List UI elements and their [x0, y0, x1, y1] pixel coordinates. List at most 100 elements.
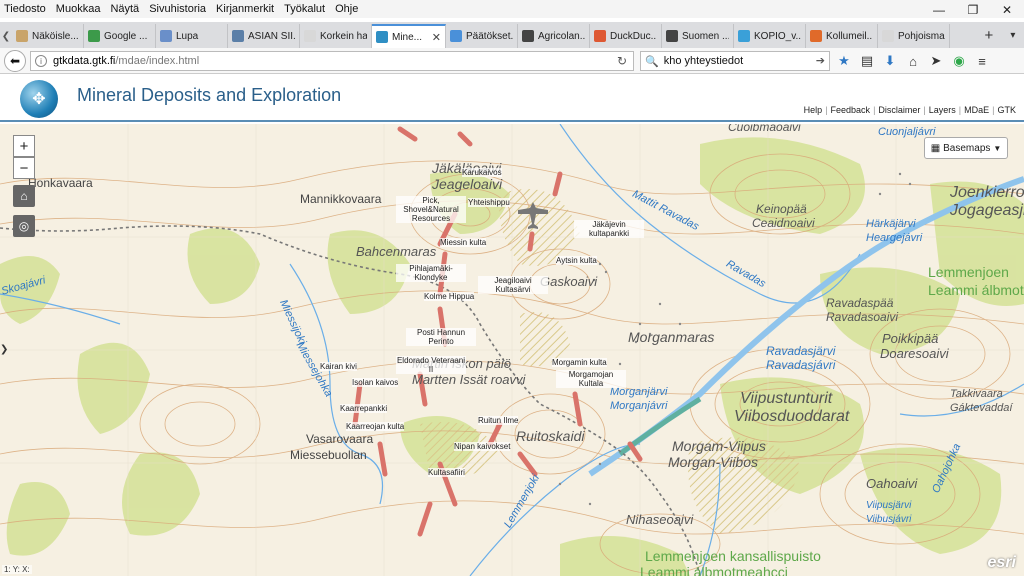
deposit-label[interactable]: Ruitun Ilme [478, 416, 519, 425]
deposit-label[interactable]: Eldorado Veteraani II [396, 356, 466, 374]
tab-4[interactable]: Korkein hallin... [300, 24, 372, 48]
search-bar[interactable]: 🔍 kho yhteystiedot ➔ [640, 51, 830, 71]
place-name-label: Jeageloaivi [432, 176, 503, 192]
deposit-label[interactable]: Aytsin kulta [556, 256, 597, 265]
navigation-bar: ⬅ i gtkdata.gtk.fi /mdae/index.html ↻ 🔍 … [0, 48, 1024, 74]
tab-close-icon[interactable]: ✕ [432, 31, 441, 44]
deposit-label[interactable]: Yhteishippu [468, 198, 510, 207]
search-input[interactable]: kho yhteystiedot [664, 55, 744, 67]
tab-5[interactable]: Mine... ✕ [372, 24, 446, 48]
place-name-label: Gaskoaivi [540, 274, 598, 289]
tab-favicon-icon [232, 30, 244, 42]
hamburger-menu-icon[interactable]: ≡ [972, 51, 992, 71]
deposit-label[interactable]: Jeagiloaivi Kultasärvi [478, 276, 548, 294]
tab-10[interactable]: KOPIO_v... [734, 24, 806, 48]
reload-icon[interactable]: ↻ [617, 54, 627, 68]
downloads-icon[interactable]: ⬇ [880, 51, 900, 71]
restore-icon[interactable]: ❐ [956, 0, 990, 20]
deposit-label[interactable]: Kultasafiiri [428, 468, 465, 477]
place-name-label: Bahcenmaras [356, 244, 437, 259]
tab-2[interactable]: Lupa [156, 24, 228, 48]
menu-tools[interactable]: Työkalut [279, 3, 330, 15]
zoom-in-button[interactable]: + [13, 135, 35, 157]
header-links: Help | Feedback | Disclaimer | Layers | MDaE… [802, 105, 1018, 115]
tab-favicon-icon [304, 30, 316, 42]
tab-1[interactable]: Google ... [84, 24, 156, 48]
home-icon[interactable]: ⌂ [903, 51, 923, 71]
app-header: ✥ Mineral Deposits and Exploration Help |… [0, 74, 1024, 122]
deposit-label[interactable]: Jäkäjevin kultapankki [574, 220, 644, 238]
menu-edit[interactable]: Muokkaa [51, 3, 106, 15]
extension-icon[interactable]: ◉ [949, 51, 969, 71]
tab-title: ASIAN SII... [248, 30, 295, 42]
new-tab-icon[interactable]: + [985, 27, 994, 44]
locate-icon[interactable]: ◎ [13, 215, 35, 237]
tab-favicon-icon [522, 30, 534, 42]
deposit-label[interactable]: Karukaivos [462, 168, 502, 177]
search-go-arrow-icon[interactable]: ➔ [816, 54, 825, 67]
tab-6[interactable]: Päätökset... [446, 24, 518, 48]
send-icon[interactable]: ➤ [926, 51, 946, 71]
menu-bar: Tiedosto Muokkaa Näytä Sivuhistoria Kirj… [0, 0, 1024, 18]
window-close-icon[interactable]: ✕ [990, 0, 1024, 20]
tab-scroll-left-icon[interactable]: ❮ [0, 24, 12, 48]
minimize-icon[interactable]: — [922, 0, 956, 20]
deposit-label[interactable]: Kolme Hippua [424, 292, 475, 301]
layers-link[interactable]: Layers [927, 105, 958, 115]
tab-0[interactable]: Näköisle... [12, 24, 84, 48]
place-name-label: Martten Issät roavvi [412, 372, 526, 387]
place-name-label: Takkivaara [950, 388, 1003, 400]
home-extent-icon[interactable]: ⌂ [13, 185, 35, 207]
grid-icon: ▦ [930, 142, 941, 154]
back-arrow-icon[interactable]: ⬅ [4, 49, 26, 72]
side-panel-toggle-icon[interactable]: ❯ [0, 342, 10, 356]
deposit-label[interactable]: Posti Hannun Perinto [406, 328, 476, 346]
place-name-label: Morgan-Viibos [668, 454, 759, 470]
disclaimer-link[interactable]: Disclaimer [876, 105, 922, 115]
tab-bar: ❮ Näköisle... Google ... Lupa ASIAN SII... K… [0, 22, 1024, 48]
url-bar[interactable]: i gtkdata.gtk.fi /mdae/index.html ↻ [30, 51, 634, 71]
basemaps-button[interactable]: ▦ Basemaps ▼ [924, 137, 1008, 159]
place-name-label: Morganmaras [628, 329, 715, 345]
tab-title: Lupa [176, 30, 199, 42]
bookmark-star-icon[interactable]: ★ [834, 51, 854, 71]
tab-7[interactable]: Agricolan... [518, 24, 590, 48]
place-name-label: Ravadasoaivi [826, 310, 899, 324]
place-name-label: Viipusjärvi [866, 500, 912, 511]
deposit-label[interactable]: Kaarrepankki [340, 404, 388, 413]
mdae-link[interactable]: MDaE [962, 105, 991, 115]
gtk-logo-icon[interactable]: ✥ [20, 80, 58, 118]
tab-favicon-icon [666, 30, 678, 42]
tab-title: Päätökset... [466, 30, 513, 42]
menu-help[interactable]: Ohje [330, 3, 363, 15]
menu-view[interactable]: Näytä [105, 3, 144, 15]
place-name-label: Viipustunturit [740, 390, 833, 407]
menu-bookmarks[interactable]: Kirjanmerkit [211, 3, 279, 15]
deposit-label[interactable]: Kaarreojan kulta [346, 422, 405, 431]
tab-11[interactable]: Kollumeil... [806, 24, 878, 48]
deposit-label[interactable]: Morgamojan Kultala [556, 370, 626, 388]
tab-list-icon[interactable]: ▾ [1010, 30, 1015, 41]
deposit-label[interactable]: Pick, Shovel&Natural Resources [396, 196, 466, 223]
caret-down-icon: ▼ [993, 143, 1002, 153]
deposit-label[interactable]: Morgamin kulta [552, 358, 607, 367]
deposit-label[interactable]: Pihlajamäki-Klondyke [396, 264, 466, 282]
gtk-link[interactable]: GTK [995, 105, 1018, 115]
tab-9[interactable]: Suomen ... [662, 24, 734, 48]
tab-3[interactable]: ASIAN SII... [228, 24, 300, 48]
menu-history[interactable]: Sivuhistoria [144, 3, 211, 15]
reading-list-icon[interactable]: ▤ [857, 51, 877, 71]
map-view[interactable]: JäkäläoaiviJeageloaiviMannikkovaaraHonka… [0, 124, 1024, 576]
tab-12[interactable]: Pohjoismaine... [878, 24, 950, 48]
deposit-label[interactable]: Nipan kaivokset [454, 442, 511, 451]
menu-file[interactable]: Tiedosto [0, 3, 51, 15]
help-link[interactable]: Help [802, 105, 825, 115]
deposit-label[interactable]: Kairan kivi [320, 362, 357, 371]
tab-title: DuckDuc... [610, 30, 657, 42]
tab-8[interactable]: DuckDuc... [590, 24, 662, 48]
deposit-label[interactable]: Isolan kaivos [352, 378, 399, 387]
feedback-link[interactable]: Feedback [829, 105, 873, 115]
deposit-label[interactable]: Miessin kulta [440, 238, 487, 247]
site-info-icon[interactable]: i [35, 55, 47, 67]
zoom-out-button[interactable]: − [13, 157, 35, 179]
